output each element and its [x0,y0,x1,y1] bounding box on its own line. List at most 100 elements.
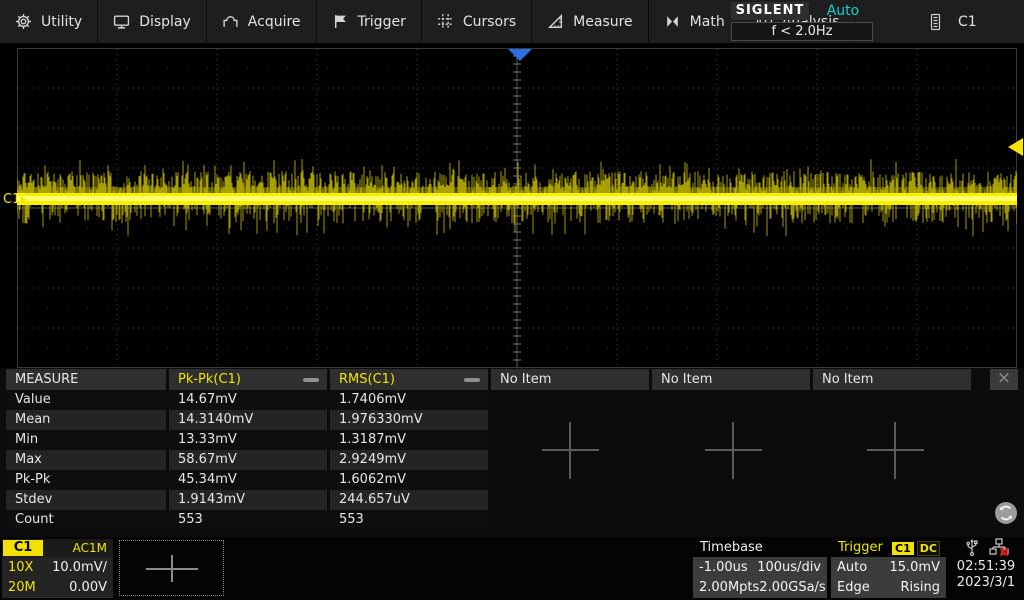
system-status-cluster: 02:51:39 2023/3/1 [948,537,1024,600]
add-measure-icon[interactable] [542,422,599,479]
measure-icon [547,13,564,30]
timebase-scale: 100us/div [757,557,821,577]
channel-coupling: AC1M [73,540,107,556]
timebase-title: Timebase [693,539,827,557]
stat-value: 13.33mV [169,430,327,450]
clock-time: 02:51:39 [948,559,1024,575]
stat-value: 1.976330mV [330,410,488,430]
stat-row-label: Mean [6,410,166,430]
channel-scale: 10.0mV/ [52,557,107,577]
waveform-svg [17,48,1017,368]
menu-item-utility[interactable]: Utility [0,0,98,43]
display-icon [113,13,130,30]
trigger-source-badge: C1 [892,542,914,555]
add-measure-icon[interactable] [867,422,924,479]
frequency-counter: f < 2.0Hz [731,22,873,41]
measurement-panel: MEASURE Pk-Pk(C1) RMS(C1) No Item No Ite… [0,368,1024,537]
stat-row-label: Value [6,390,166,410]
menu-strip: Utility Display Acquire Trigger Cursors … [0,0,855,43]
menu-item-math[interactable]: Math [649,0,741,43]
timebase-descriptor-box[interactable]: Timebase -1.00us 100us/div 2.00Mpts 2.00… [693,539,827,598]
menu-item-label: Measure [573,14,633,30]
channel-offset-label: C1 [3,192,20,207]
cursors-icon [437,13,454,30]
stat-row-label: Min [6,430,166,450]
stat-value: 14.67mV [169,390,327,410]
clock-date: 2023/3/1 [948,575,1024,591]
stat-value: 58.67mV [169,450,327,470]
menu-item-display[interactable]: Display [98,0,207,43]
stat-row-label: Count [6,510,166,530]
stat-value: 1.6062mV [330,470,488,490]
remove-measure-icon[interactable] [464,378,480,382]
trigger-slope: Rising [900,577,940,597]
menu-item-label: Cursors [463,14,516,30]
stat-row-label: Max [6,450,166,470]
timebase-delay: -1.00us [699,557,748,577]
measure-column-rms[interactable]: RMS(C1) [330,369,488,390]
measure-column-pkpk[interactable]: Pk-Pk(C1) [169,369,327,390]
measure-column-empty-1[interactable]: No Item [491,369,649,390]
menu-item-cursors[interactable]: Cursors [422,0,532,43]
usb-icon [964,538,980,561]
bottom-status-bar: C1 AC1M 10X 10.0mV/ 20M 0.00V Timebase -… [0,537,1024,600]
active-channel-indicator[interactable]: C1 [928,0,977,43]
trigger-level-icon[interactable] [1008,138,1023,156]
history-refresh-icon[interactable] [994,501,1018,525]
waveform-display: C1 [0,43,1024,368]
trigger-level: 15.0mV [889,557,940,577]
stat-value: 1.7406mV [330,390,488,410]
menu-item-label: Math [690,14,725,30]
channel-list-icon [928,13,945,30]
gear-icon [15,13,32,30]
measure-stats-grid: Value 14.67mV 1.7406mV Mean 14.3140mV 1.… [6,390,488,530]
trigger-flag-icon [332,13,349,30]
math-icon [664,13,681,30]
siglent-logo: SIGLENT [731,2,809,20]
stat-row-label: Stdev [6,490,166,510]
trigger-type: Edge [837,577,870,597]
timebase-sample-rate: 2.00GSa/s [759,577,825,597]
brand-cluster: SIGLENT Auto f < 2.0Hz [731,2,876,41]
stat-value: 1.9143mV [169,490,327,510]
timebase-points: 2.00Mpts [699,577,759,597]
acquisition-status: Auto [813,2,873,20]
trigger-descriptor-box[interactable]: Trigger C1 DC Auto 15.0mV Edge Rising [831,539,946,598]
lan-icon [989,538,1009,561]
menu-item-acquire[interactable]: Acquire [207,0,317,43]
stat-value: 244.657uV [330,490,488,510]
add-measure-icon[interactable] [705,422,762,479]
stat-value: 553 [330,510,488,530]
channel-bandwidth: 20M [8,577,36,597]
measure-corner-cell: MEASURE [6,369,166,390]
measure-header-row: MEASURE Pk-Pk(C1) RMS(C1) No Item No Ite… [6,369,971,390]
measure-column-empty-3[interactable]: No Item [813,369,971,390]
trigger-title: Trigger [838,539,883,557]
stat-value: 1.3187mV [330,430,488,450]
menu-item-trigger[interactable]: Trigger [317,0,422,43]
menu-item-measure[interactable]: Measure [532,0,649,43]
measure-column-empty-2[interactable]: No Item [652,369,810,390]
menu-item-label: Display [139,14,191,30]
menu-item-label: Utility [41,14,82,30]
stat-value: 2.9249mV [330,450,488,470]
add-channel-icon[interactable] [119,540,224,596]
channel-probe: 10X [8,557,33,577]
acquire-icon [222,13,239,30]
menu-item-label: Acquire [248,14,301,30]
menu-item-label: Trigger [358,14,406,30]
stat-value: 14.3140mV [169,410,327,430]
channel-offset-marker[interactable]: C1 [3,192,26,207]
top-menu-bar: Utility Display Acquire Trigger Cursors … [0,0,1024,43]
stat-row-label: Pk-Pk [6,470,166,490]
active-channel-label: C1 [958,14,977,30]
stat-value: 45.34mV [169,470,327,490]
trigger-mode: Auto [837,557,867,577]
channel-marker-arrow-icon [21,196,26,204]
channel-name-badge: C1 [3,540,43,556]
close-icon[interactable]: × [990,369,1018,390]
remove-measure-icon[interactable] [303,378,319,382]
stat-value: 553 [169,510,327,530]
trigger-position-icon[interactable] [508,49,532,61]
channel-descriptor-box[interactable]: C1 AC1M 10X 10.0mV/ 20M 0.00V [2,539,113,598]
